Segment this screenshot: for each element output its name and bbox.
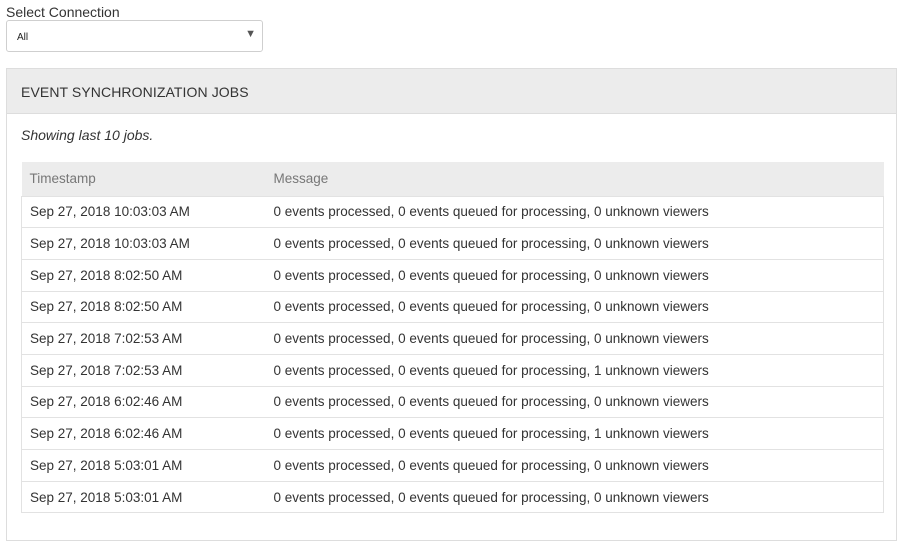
timestamp-cell: Sep 27, 2018 10:03:03 AM: [21, 195, 266, 228]
message-cell: 0 events processed, 0 events queued for …: [265, 480, 884, 514]
timestamp-cell: Sep 27, 2018 5:03:01 AM: [21, 480, 266, 514]
column-header-timestamp: Timestamp: [21, 162, 266, 196]
table-row: Sep 27, 2018 10:03:03 AM 0 events proces…: [21, 195, 884, 228]
select-connection-label: Select Connection: [6, 4, 120, 20]
table-row: Sep 27, 2018 5:03:01 AM 0 events process…: [21, 480, 884, 514]
message-cell: 0 events processed, 0 events queued for …: [265, 227, 884, 260]
panel-header: EVENT SYNCHRONIZATION JOBS: [7, 69, 896, 114]
connection-select-value: All: [17, 32, 29, 43]
message-cell: 0 events processed, 0 events queued for …: [265, 258, 884, 292]
message-cell: 0 events processed, 0 events queued for …: [265, 195, 884, 228]
timestamp-cell: Sep 27, 2018 5:03:01 AM: [21, 449, 266, 482]
timestamp-cell: Sep 27, 2018 7:02:53 AM: [21, 322, 266, 355]
jobs-table: Timestamp Message Sep 27, 2018 10:03:03 …: [21, 162, 884, 514]
table-row: Sep 27, 2018 8:02:50 AM 0 events process…: [21, 290, 884, 323]
panel-title: EVENT SYNCHRONIZATION JOBS: [21, 84, 249, 100]
message-cell: 0 events processed, 0 events queued for …: [265, 353, 884, 387]
chevron-down-icon: ▼: [245, 28, 256, 40]
message-cell: 0 events processed, 0 events queued for …: [265, 322, 884, 355]
table-row: Sep 27, 2018 6:02:46 AM 0 events process…: [21, 385, 884, 418]
timestamp-cell: Sep 27, 2018 7:02:53 AM: [21, 353, 266, 387]
timestamp-cell: Sep 27, 2018 10:03:03 AM: [21, 227, 266, 260]
connection-select[interactable]: All ▼: [6, 20, 263, 52]
timestamp-cell: Sep 27, 2018 6:02:46 AM: [21, 385, 266, 418]
event-sync-jobs-panel: EVENT SYNCHRONIZATION JOBS Showing last …: [6, 68, 897, 541]
table-row: Sep 27, 2018 8:02:50 AM 0 events process…: [21, 258, 884, 292]
table-row: Sep 27, 2018 7:02:53 AM 0 events process…: [21, 353, 884, 387]
table-header-row: Timestamp Message: [21, 162, 884, 196]
message-cell: 0 events processed, 0 events queued for …: [265, 449, 884, 482]
timestamp-cell: Sep 27, 2018 6:02:46 AM: [21, 417, 266, 450]
message-cell: 0 events processed, 0 events queued for …: [265, 385, 884, 418]
table-row: Sep 27, 2018 10:03:03 AM 0 events proces…: [21, 227, 884, 260]
column-header-message: Message: [265, 162, 884, 196]
message-cell: 0 events processed, 0 events queued for …: [265, 290, 884, 323]
timestamp-cell: Sep 27, 2018 8:02:50 AM: [21, 290, 266, 323]
table-row: Sep 27, 2018 7:02:53 AM 0 events process…: [21, 322, 884, 355]
table-row: Sep 27, 2018 6:02:46 AM 0 events process…: [21, 417, 884, 450]
message-cell: 0 events processed, 0 events queued for …: [265, 417, 884, 450]
showing-jobs-text: Showing last 10 jobs.: [21, 127, 154, 143]
timestamp-cell: Sep 27, 2018 8:02:50 AM: [21, 258, 266, 292]
table-row: Sep 27, 2018 5:03:01 AM 0 events process…: [21, 449, 884, 482]
